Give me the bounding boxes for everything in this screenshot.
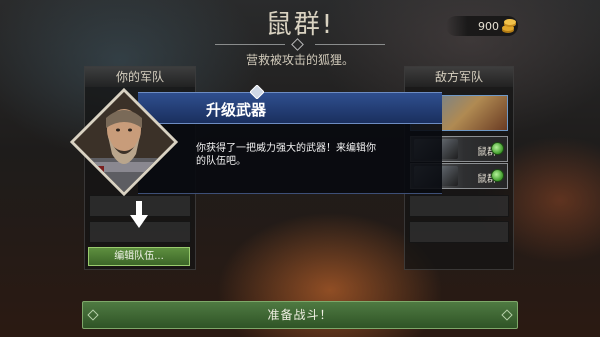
green-orb-icon bbox=[491, 142, 504, 155]
enemy-army-heading: 敌方军队 bbox=[405, 67, 513, 87]
arrow-down-icon bbox=[130, 201, 148, 228]
gold-value: 900 bbox=[478, 20, 499, 33]
hero-portrait bbox=[70, 88, 178, 196]
your-army-heading: 你的军队 bbox=[85, 67, 195, 87]
tutorial-text: 你获得了一把威力强大的武器！来编辑你的队伍吧。 bbox=[196, 143, 376, 167]
enemy-slot bbox=[409, 195, 509, 217]
title-divider-ornament bbox=[215, 38, 385, 51]
gold-coins-icon bbox=[502, 19, 516, 33]
diamond-cap-icon bbox=[501, 309, 513, 321]
ready-for-battle-button[interactable]: 准备战斗！ bbox=[82, 301, 518, 329]
diamond-cap-icon bbox=[87, 309, 99, 321]
ready-button-label: 准备战斗！ bbox=[267, 308, 333, 322]
enemy-slot bbox=[409, 221, 509, 243]
diamond-ornament-icon bbox=[250, 85, 264, 99]
tutorial-title: 升级武器 bbox=[205, 101, 266, 119]
green-orb-icon bbox=[491, 169, 504, 182]
edit-team-button[interactable]: 编辑队伍... bbox=[88, 247, 190, 266]
